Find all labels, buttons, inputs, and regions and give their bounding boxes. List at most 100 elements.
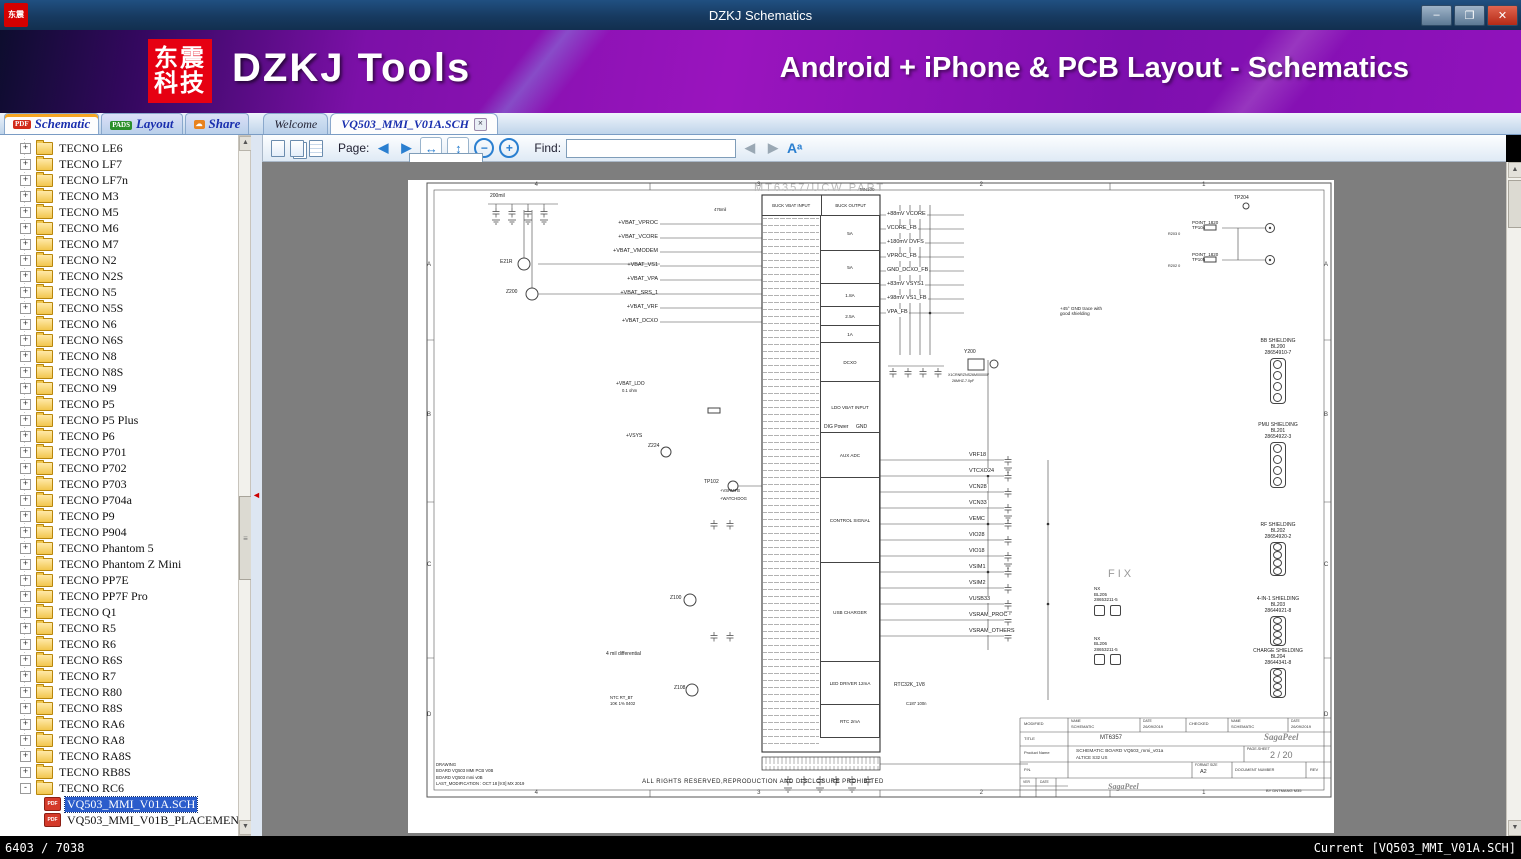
tree-folder-row[interactable]: - TECNO RC6 <box>0 779 238 796</box>
expand-toggle-icon[interactable]: + <box>20 590 31 602</box>
tree-folder-row[interactable]: + TECNO N9 <box>0 379 238 396</box>
expand-toggle-icon[interactable]: + <box>20 558 31 570</box>
tree-folder-row[interactable]: + TECNO PP7E <box>0 571 238 588</box>
expand-toggle-icon[interactable]: + <box>20 750 31 762</box>
expand-toggle-icon[interactable]: + <box>20 718 31 730</box>
expand-toggle-icon[interactable]: - <box>20 782 31 794</box>
scroll-down-icon[interactable]: ▼ <box>1508 820 1521 836</box>
tab-schematic[interactable]: PDF Schematic <box>4 113 100 134</box>
tree-folder-row[interactable]: + TECNO M6 <box>0 219 238 236</box>
tree-folder-row[interactable]: + TECNO M5 <box>0 203 238 220</box>
expand-toggle-icon[interactable]: + <box>20 190 31 202</box>
tree-folder-row[interactable]: + TECNO N8S <box>0 363 238 380</box>
tree-folder-row[interactable]: + TECNO R6S <box>0 651 238 668</box>
expand-toggle-icon[interactable]: + <box>20 302 31 314</box>
tree-folder-row[interactable]: + TECNO P703 <box>0 475 238 492</box>
expand-toggle-icon[interactable]: + <box>20 702 31 714</box>
expand-toggle-icon[interactable]: + <box>20 510 31 522</box>
expand-toggle-icon[interactable]: + <box>20 366 31 378</box>
previous-page-icon[interactable]: ◀ <box>374 138 392 158</box>
expand-toggle-icon[interactable]: + <box>20 206 31 218</box>
tree-folder-row[interactable]: + TECNO P5 Plus <box>0 411 238 428</box>
expand-toggle-icon[interactable]: + <box>20 638 31 650</box>
expand-toggle-icon[interactable]: + <box>20 542 31 554</box>
tree-folder-row[interactable]: + TECNO N5S <box>0 299 238 316</box>
expand-toggle-icon[interactable]: + <box>20 142 31 154</box>
tree-folder-row[interactable]: + TECNO Phantom Z Mini <box>0 555 238 572</box>
continuous-pages-view-icon[interactable] <box>309 139 323 157</box>
expand-toggle-icon[interactable]: + <box>20 606 31 618</box>
expand-toggle-icon[interactable]: + <box>20 734 31 746</box>
tree-folder-row[interactable]: + TECNO LE6 <box>0 139 238 156</box>
expand-toggle-icon[interactable]: + <box>20 766 31 778</box>
tree-folder-row[interactable]: + TECNO LF7 <box>0 155 238 172</box>
expand-toggle-icon[interactable]: + <box>20 334 31 346</box>
tree-folder-row[interactable]: + TECNO Q1 <box>0 603 238 620</box>
tab-welcome[interactable]: Welcome <box>263 113 329 134</box>
expand-toggle-icon[interactable]: + <box>20 494 31 506</box>
find-previous-icon[interactable]: ◀ <box>741 138 759 158</box>
expand-toggle-icon[interactable]: + <box>20 270 31 282</box>
expand-toggle-icon[interactable]: + <box>20 350 31 362</box>
tree-folder-row[interactable]: + TECNO P704a <box>0 491 238 508</box>
tab-document-vq503[interactable]: VQ503_MMI_V01A.SCH × <box>330 113 498 134</box>
expand-toggle-icon[interactable]: + <box>20 238 31 250</box>
expand-toggle-icon[interactable]: + <box>20 686 31 698</box>
expand-toggle-icon[interactable]: + <box>20 462 31 474</box>
find-input[interactable] <box>566 138 737 158</box>
tree-file-row[interactable]: PDF VQ503_MMI_V01B_PLACEMENT <box>0 812 238 828</box>
single-page-view-icon[interactable] <box>271 139 285 157</box>
tree-folder-row[interactable]: + TECNO PP7F Pro <box>0 587 238 604</box>
zoom-in-icon[interactable]: + <box>499 138 520 158</box>
expand-toggle-icon[interactable]: + <box>20 574 31 586</box>
font-size-icon[interactable]: Aᵃ <box>787 140 802 156</box>
tree-folder-row[interactable]: + TECNO N8 <box>0 347 238 364</box>
scroll-up-icon[interactable]: ▲ <box>1508 162 1521 178</box>
tab-share[interactable]: ☁ Share <box>184 113 250 134</box>
tree-folder-row[interactable]: + TECNO N2S <box>0 267 238 284</box>
find-next-icon[interactable]: ▶ <box>764 138 782 158</box>
model-tree-sidebar[interactable]: + TECNO LE6 + TECNO LF7 + TECNO LF7n + T… <box>0 135 238 836</box>
tree-folder-row[interactable]: + TECNO RA8S <box>0 747 238 764</box>
expand-toggle-icon[interactable]: + <box>20 430 31 442</box>
tree-folder-row[interactable]: + TECNO M3 <box>0 187 238 204</box>
expand-toggle-icon[interactable]: + <box>20 654 31 666</box>
tree-folder-row[interactable]: + TECNO R80 <box>0 683 238 700</box>
tree-folder-row[interactable]: + TECNO LF7n <box>0 171 238 188</box>
expand-toggle-icon[interactable]: + <box>20 622 31 634</box>
expand-toggle-icon[interactable]: + <box>20 382 31 394</box>
tree-folder-row[interactable]: + TECNO R5 <box>0 619 238 636</box>
tree-folder-row[interactable]: + TECNO P702 <box>0 459 238 476</box>
tree-folder-row[interactable]: + TECNO Phantom 5 <box>0 539 238 556</box>
expand-toggle-icon[interactable]: + <box>20 670 31 682</box>
tree-folder-row[interactable]: + TECNO P5 <box>0 395 238 412</box>
expand-toggle-icon[interactable]: + <box>20 286 31 298</box>
sidebar-scrollbar[interactable]: ▲ ≡ ▼ <box>238 135 252 836</box>
tree-folder-row[interactable]: + TECNO R8S <box>0 699 238 716</box>
tree-folder-row[interactable]: + TECNO RA8 <box>0 731 238 748</box>
tree-folder-row[interactable]: + TECNO P9 <box>0 507 238 524</box>
expand-toggle-icon[interactable]: + <box>20 174 31 186</box>
expand-toggle-icon[interactable]: + <box>20 318 31 330</box>
expand-toggle-icon[interactable]: + <box>20 446 31 458</box>
tree-folder-row[interactable]: + TECNO N2 <box>0 251 238 268</box>
expand-toggle-icon[interactable]: + <box>20 478 31 490</box>
close-tab-icon[interactable]: × <box>473 117 487 131</box>
collapse-sidebar-icon[interactable]: ◄ <box>252 490 261 500</box>
tree-folder-row[interactable]: + TECNO R7 <box>0 667 238 684</box>
tree-file-row[interactable]: PDF VQ503_MMI_V01A.SCH <box>0 795 238 813</box>
tab-layout[interactable]: PADS Layout <box>101 113 183 134</box>
scrollbar-thumb[interactable] <box>1508 180 1521 228</box>
expand-toggle-icon[interactable]: + <box>20 222 31 234</box>
tree-folder-row[interactable]: + TECNO N6S <box>0 331 238 348</box>
tree-folder-row[interactable]: + TECNO N6 <box>0 315 238 332</box>
tree-folder-row[interactable]: + TECNO P904 <box>0 523 238 540</box>
tree-folder-row[interactable]: + TECNO N5 <box>0 283 238 300</box>
tree-folder-row[interactable]: + TECNO RA6 <box>0 715 238 732</box>
tree-folder-row[interactable]: + TECNO M7 <box>0 235 238 252</box>
facing-pages-view-icon[interactable] <box>290 139 304 157</box>
tree-folder-row[interactable]: + TECNO RB8S <box>0 763 238 780</box>
expand-toggle-icon[interactable]: + <box>20 398 31 410</box>
expand-toggle-icon[interactable]: + <box>20 414 31 426</box>
tree-folder-row[interactable]: + TECNO R6 <box>0 635 238 652</box>
